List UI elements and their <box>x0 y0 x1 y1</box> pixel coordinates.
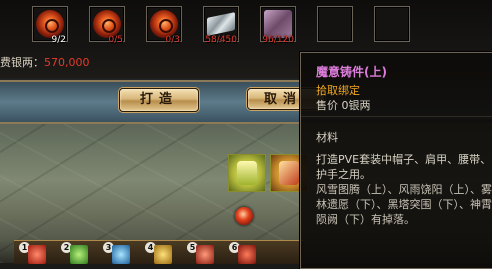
skill-hotbar: 1 2 3 4 5 6 <box>14 240 304 264</box>
item-description: 打造PVE套装中帽子、肩甲、腰带、护手之用。 风雪图腾（上）、风雨饶阳（上）、雾… <box>316 152 492 227</box>
material-slot-7[interactable] <box>374 6 410 42</box>
material-slot-row: 9/2 0/5 0/3 58/450 96/120 <box>32 6 452 46</box>
craft-button[interactable]: 打造 <box>119 88 199 112</box>
tooltip-header: 魔意铸件(上) 拾取绑定 售价 0银两 <box>301 53 492 113</box>
red-orb-icon[interactable] <box>235 207 253 225</box>
material-slot-1[interactable]: 9/2 <box>32 6 68 45</box>
silver-cost: 费银两：570,000 <box>0 54 90 70</box>
blue-skill-icon <box>112 245 130 264</box>
tooltip-divider <box>301 116 492 117</box>
item-name: 魔意铸件(上) <box>316 65 387 79</box>
drop-sources: 风雪图腾（上）、风雨饶阳（上）、雾林遗愿（下）、黑塔突围（下）、神霄陨阙（下）有… <box>316 183 492 226</box>
fire-orb-icon <box>36 10 64 38</box>
material-slot-4[interactable]: 58/450 <box>203 6 239 45</box>
material-slot-3[interactable]: 0/3 <box>146 6 182 45</box>
scroll-item-icon <box>237 161 257 185</box>
fire-orb-icon <box>150 10 178 38</box>
material-slot-5[interactable]: 96/120 <box>260 6 296 45</box>
material-count: 0/5 <box>108 35 123 45</box>
yellow-skill-icon <box>154 245 172 264</box>
material-count: 96/120 <box>262 35 294 45</box>
material-slot-6[interactable] <box>317 6 353 42</box>
silver-cost-label: 费银两： <box>0 56 44 69</box>
red-skill-icon <box>238 245 256 264</box>
hotbar-slot-5[interactable]: 5 <box>187 242 214 264</box>
item-type: 材料 <box>316 131 338 144</box>
hotbar-slot-1[interactable]: 1 <box>19 242 46 264</box>
material-count: 9/2 <box>51 35 66 45</box>
material-count: 0/3 <box>165 35 180 45</box>
crafted-item-slot[interactable] <box>228 154 266 192</box>
item-tooltip: 魔意铸件(上) 拾取绑定 售价 0银两 材料 打造PVE套装中帽子、肩甲、腰带、… <box>300 52 492 269</box>
hotbar-slot-3[interactable]: 3 <box>103 242 130 264</box>
hotbar-slot-2[interactable]: 2 <box>61 242 88 264</box>
silver-cost-value: 570,000 <box>44 56 90 69</box>
crossed-blades-icon <box>279 161 299 185</box>
hotbar-slot-6[interactable]: 6 <box>229 242 256 264</box>
red-skill-icon <box>196 245 214 264</box>
hotbar-slot-4[interactable]: 4 <box>145 242 172 264</box>
material-count: 58/450 <box>205 35 237 45</box>
material-slot-2[interactable]: 0/5 <box>89 6 125 45</box>
bind-type: 拾取绑定 <box>316 84 360 97</box>
fire-orb-icon <box>93 10 121 38</box>
red-skill-icon <box>28 245 46 264</box>
sell-price: 售价 0银两 <box>316 99 371 112</box>
silver-bar-icon <box>207 12 235 36</box>
item-usage: 打造PVE套装中帽子、肩甲、腰带、护手之用。 <box>316 153 492 181</box>
green-skill-icon <box>70 245 88 264</box>
material-box-icon <box>264 10 292 38</box>
